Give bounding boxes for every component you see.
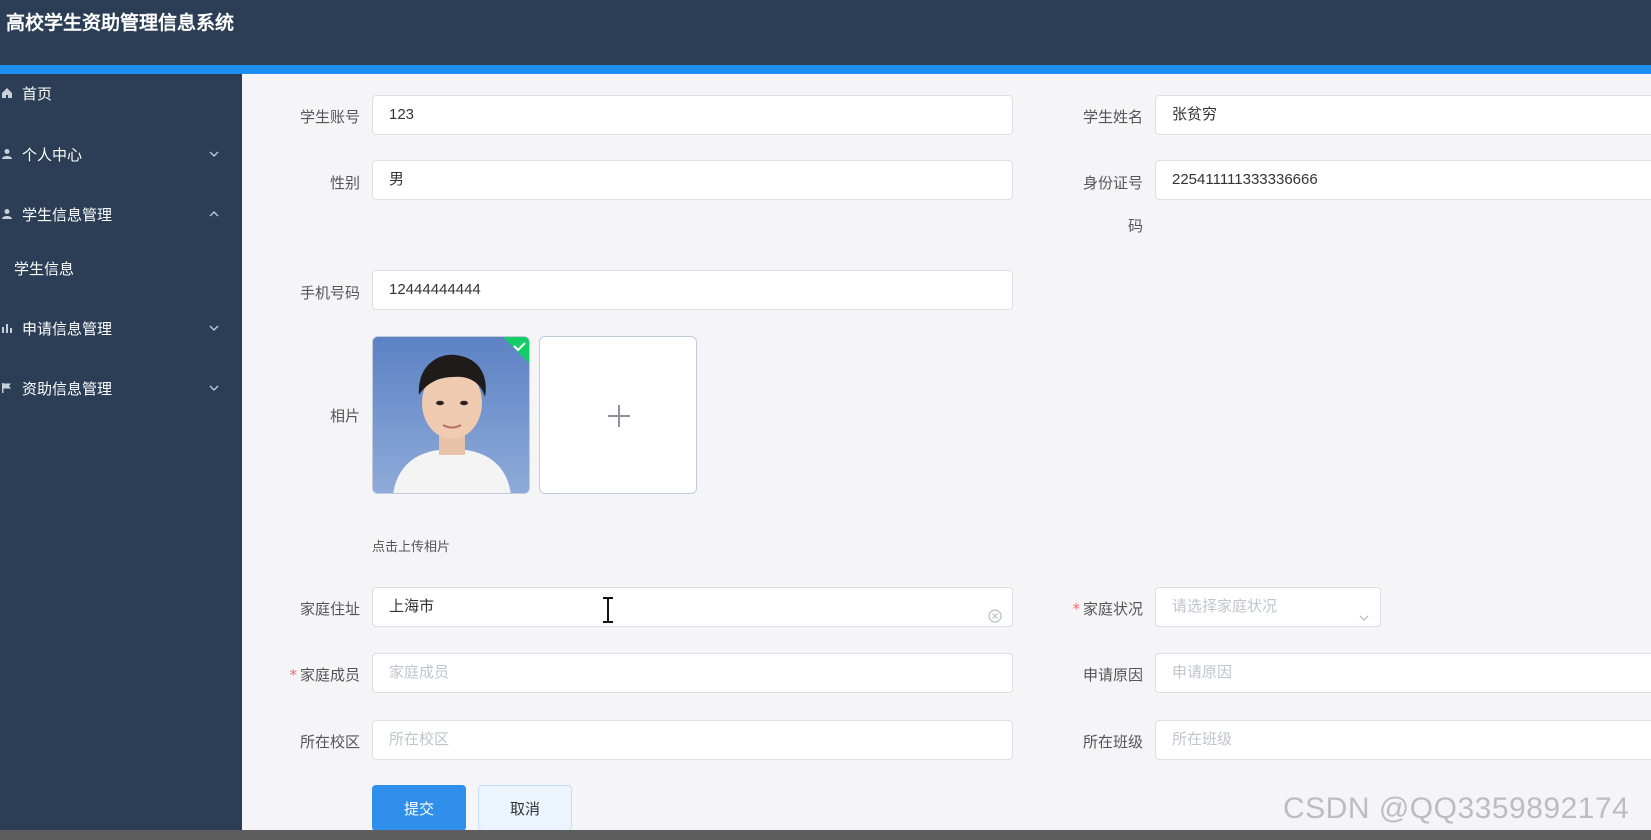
photo-upload-hint: 点击上传相片: [372, 540, 451, 555]
chevron-down-icon: [208, 380, 222, 394]
clear-icon[interactable]: [988, 600, 1002, 638]
top-header: 高校学生资助管理信息系统: [0, 0, 1651, 65]
sidebar-item-label: 学生信息管理: [22, 205, 113, 224]
sidebar-item-home[interactable]: 首页: [0, 78, 242, 108]
flag-icon: [0, 381, 14, 395]
accent-bar: [0, 65, 1651, 74]
family-status-placeholder: 请选择家庭状况: [1172, 598, 1278, 615]
watermark: CSDN @QQ3359892174: [1283, 792, 1630, 825]
sidebar: 首页 个人中心 学生信息管理 学生信息 申请信息管理 资助信息管理: [0, 74, 242, 840]
student-account-label: 学生账号: [299, 108, 360, 126]
required-mark: *: [1072, 600, 1080, 618]
student-account-input[interactable]: 123: [372, 95, 1013, 135]
sidebar-item-application-management[interactable]: 申请信息管理: [0, 313, 242, 343]
sidebar-item-label: 个人中心: [22, 145, 83, 164]
family-members-label: * 家庭成员: [289, 666, 360, 684]
required-mark: *: [289, 666, 297, 684]
home-address-input[interactable]: 上海市: [372, 587, 1013, 627]
app-title: 高校学生资助管理信息系统: [6, 12, 235, 34]
bar-chart-icon: [0, 321, 14, 335]
sidebar-item-student-info-management[interactable]: 学生信息管理: [0, 199, 242, 229]
cancel-button[interactable]: 取消: [478, 785, 572, 831]
photo-label: 相片: [329, 407, 360, 425]
phone-label: 手机号码: [299, 284, 360, 302]
chevron-down-icon: [1358, 601, 1370, 639]
id-number-input[interactable]: 225411111333336666: [1155, 160, 1651, 200]
chevron-down-icon: [208, 146, 222, 160]
student-name-input[interactable]: 张贫穷: [1155, 95, 1651, 135]
user-icon: [0, 207, 14, 221]
sidebar-item-label: 申请信息管理: [22, 319, 113, 338]
home-address-value: 上海市: [389, 598, 435, 615]
text-cursor-icon: [600, 597, 616, 627]
id-number-label-wrap: 码: [1127, 217, 1143, 235]
home-icon: [0, 86, 14, 100]
photo-upload-button[interactable]: [539, 336, 697, 494]
chevron-down-icon: [208, 320, 222, 334]
campus-label: 所在校区: [299, 733, 360, 751]
sidebar-item-label: 首页: [22, 84, 53, 103]
id-number-label: 身份证号: [1082, 174, 1143, 192]
chevron-up-icon: [208, 206, 222, 220]
sidebar-item-label: 资助信息管理: [22, 379, 113, 398]
apply-reason-input[interactable]: 申请原因: [1155, 653, 1651, 693]
bottom-strip: [0, 830, 1651, 840]
student-name-label: 学生姓名: [1082, 108, 1143, 126]
sidebar-item-personal-center[interactable]: 个人中心: [0, 139, 242, 169]
apply-reason-label: 申请原因: [1082, 666, 1143, 684]
phone-input[interactable]: 12444444444: [372, 270, 1013, 310]
family-status-label: * 家庭状况: [1072, 600, 1143, 618]
sidebar-subitem-student-info[interactable]: 学生信息: [14, 258, 74, 279]
home-address-label: 家庭住址: [299, 600, 360, 618]
class-label: 所在班级: [1082, 733, 1143, 751]
submit-button[interactable]: 提交: [372, 785, 466, 831]
family-members-input[interactable]: 家庭成员: [372, 653, 1013, 693]
sidebar-item-aid-management[interactable]: 资助信息管理: [0, 373, 242, 403]
uploaded-photo[interactable]: [372, 336, 530, 494]
family-status-select[interactable]: 请选择家庭状况: [1155, 587, 1381, 627]
gender-label: 性别: [329, 174, 360, 192]
campus-input[interactable]: 所在校区: [372, 720, 1013, 760]
gender-input[interactable]: 男: [372, 160, 1013, 200]
user-icon: [0, 147, 14, 161]
plus-icon: [606, 403, 632, 433]
class-input[interactable]: 所在班级: [1155, 720, 1651, 760]
